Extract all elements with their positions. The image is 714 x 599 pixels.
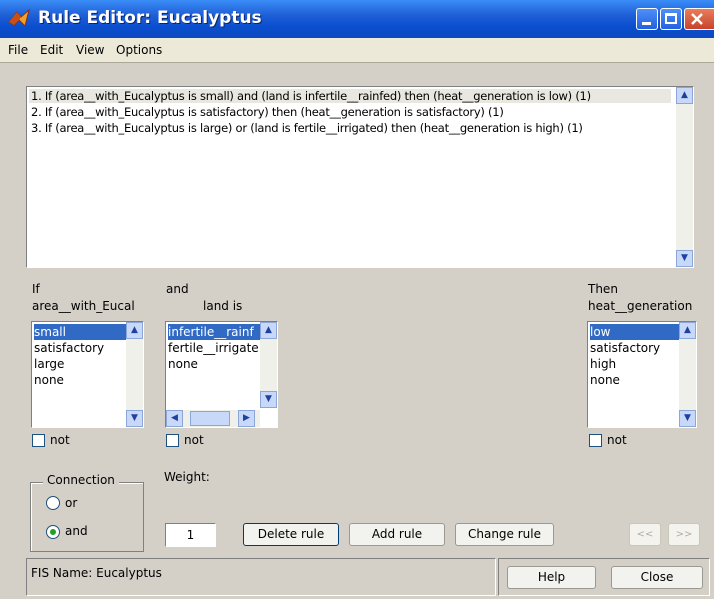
- scroll-down-icon[interactable]: ▼: [260, 391, 277, 408]
- list-item[interactable]: large: [34, 356, 64, 372]
- hscroll-thumb[interactable]: [190, 411, 230, 426]
- and-radio-label: and: [65, 524, 88, 538]
- matlab-logo-icon: [8, 8, 30, 27]
- minimize-button[interactable]: [636, 8, 658, 30]
- list-item[interactable]: satisfactory: [590, 340, 660, 356]
- rules-listbox[interactable]: 1. If (area__with_Eucalyptus is small) a…: [26, 86, 694, 268]
- maximize-button[interactable]: [660, 8, 682, 30]
- rules-scrollbar[interactable]: ▲ ▼: [676, 87, 693, 267]
- rule-item[interactable]: 1. If (area__with_Eucalyptus is small) a…: [29, 89, 671, 103]
- and-variable-label: land is: [203, 299, 243, 313]
- if-not-label: not: [50, 433, 70, 447]
- menu-bar: File Edit View Options: [0, 38, 714, 63]
- close-icon: [691, 13, 703, 25]
- list-item[interactable]: none: [34, 372, 64, 388]
- prev-rule-button[interactable]: <<: [629, 523, 661, 546]
- rule-editor-window: Rule Editor: Eucalyptus File Edit View O…: [0, 0, 714, 599]
- close-button[interactable]: Close: [611, 566, 703, 589]
- add-rule-button[interactable]: Add rule: [349, 523, 445, 546]
- or-label: or: [65, 496, 78, 510]
- scroll-up-icon[interactable]: ▲: [126, 322, 143, 339]
- menu-file[interactable]: File: [8, 43, 28, 57]
- scroll-right-icon[interactable]: ▶: [238, 410, 255, 427]
- then-scrollbar[interactable]: ▲ ▼: [679, 322, 696, 427]
- then-not-label: not: [607, 433, 627, 447]
- then-label: Then: [588, 282, 618, 296]
- if-variable-label: area__with_Eucal: [32, 299, 135, 313]
- list-item[interactable]: none: [168, 356, 198, 372]
- menu-options[interactable]: Options: [116, 43, 162, 57]
- then-not-checkbox[interactable]: [589, 434, 602, 447]
- menu-edit[interactable]: Edit: [40, 43, 63, 57]
- list-item[interactable]: small: [34, 324, 129, 340]
- radio-selected-icon: [50, 529, 56, 535]
- scroll-up-icon[interactable]: ▲: [679, 322, 696, 339]
- scroll-up-icon[interactable]: ▲: [676, 87, 693, 104]
- and-listbox[interactable]: infertile__rainf fertile__irrigate none …: [165, 321, 278, 428]
- list-item[interactable]: none: [590, 372, 620, 388]
- menu-view[interactable]: View: [76, 43, 104, 57]
- help-button[interactable]: Help: [507, 566, 596, 589]
- fis-name-label: FIS Name: Eucalyptus: [31, 566, 162, 580]
- list-item[interactable]: satisfactory: [34, 340, 104, 356]
- and-label: and: [166, 282, 189, 296]
- and-not-label: not: [184, 433, 204, 447]
- rule-item[interactable]: 3. If (area__with_Eucalyptus is large) o…: [31, 121, 583, 135]
- scroll-down-icon[interactable]: ▼: [676, 250, 693, 267]
- or-radio[interactable]: [46, 496, 60, 510]
- list-item[interactable]: infertile__rainf: [168, 324, 263, 340]
- and-vscrollbar[interactable]: ▲ ▼: [260, 322, 277, 408]
- list-item[interactable]: low: [590, 324, 682, 340]
- scroll-up-icon[interactable]: ▲: [260, 322, 277, 339]
- weight-input[interactable]: 1: [165, 523, 216, 547]
- window-title: Rule Editor: Eucalyptus: [38, 8, 262, 28]
- and-not-checkbox[interactable]: [166, 434, 179, 447]
- list-item[interactable]: high: [590, 356, 616, 372]
- close-window-button[interactable]: [684, 8, 714, 30]
- then-variable-label: heat__generation: [588, 299, 693, 313]
- list-item[interactable]: fertile__irrigate: [168, 340, 259, 356]
- rule-item[interactable]: 2. If (area__with_Eucalyptus is satisfac…: [31, 105, 504, 119]
- connection-title: Connection: [43, 473, 119, 487]
- title-bar[interactable]: Rule Editor: Eucalyptus: [0, 0, 714, 38]
- scroll-left-icon[interactable]: ◀: [166, 410, 183, 427]
- delete-rule-button[interactable]: Delete rule: [243, 523, 339, 546]
- maximize-icon: [665, 13, 677, 24]
- status-panel: FIS Name: Eucalyptus: [26, 558, 496, 596]
- then-listbox[interactable]: low satisfactory high none ▲ ▼: [587, 321, 697, 428]
- if-not-checkbox[interactable]: [32, 434, 45, 447]
- if-label: If: [32, 282, 40, 296]
- if-listbox[interactable]: small satisfactory large none ▲ ▼: [31, 321, 144, 428]
- next-rule-button[interactable]: >>: [668, 523, 700, 546]
- if-scrollbar[interactable]: ▲ ▼: [126, 322, 143, 427]
- weight-label: Weight:: [164, 470, 210, 484]
- scroll-down-icon[interactable]: ▼: [679, 410, 696, 427]
- connection-group: [30, 482, 144, 552]
- and-hscrollbar[interactable]: ◀ ▶: [166, 410, 260, 427]
- minimize-icon: [642, 22, 651, 25]
- scroll-down-icon[interactable]: ▼: [126, 410, 143, 427]
- and-radio[interactable]: [46, 525, 60, 539]
- change-rule-button[interactable]: Change rule: [455, 523, 554, 546]
